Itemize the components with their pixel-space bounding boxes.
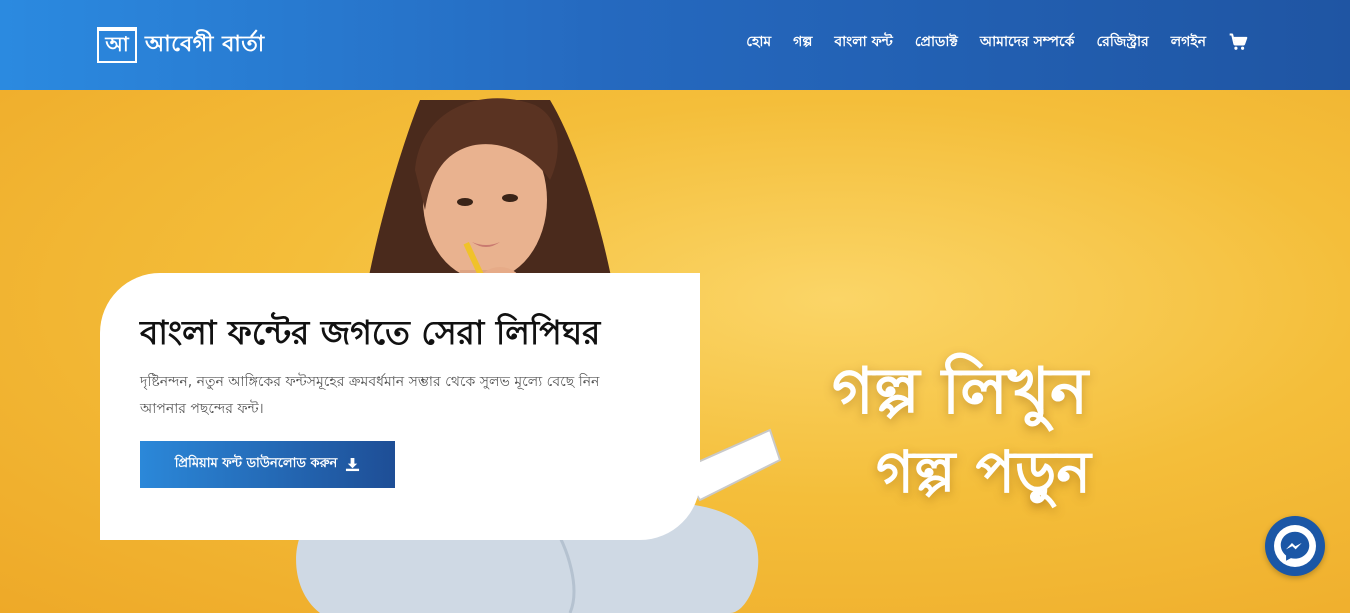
premium-font-download-button[interactable]: প্রিমিয়াম ফন্ট ডাউনলোড করুন	[140, 440, 395, 488]
cart-icon[interactable]	[1228, 32, 1248, 52]
messenger-icon	[1274, 525, 1316, 567]
slogan-line-1: গল্প লিখুন	[832, 355, 1089, 429]
messenger-chat-button[interactable]	[1265, 516, 1325, 576]
nav-register[interactable]: রেজিস্ট্রার	[1096, 30, 1148, 54]
nav-stories[interactable]: গল্প	[793, 30, 812, 54]
nav-products[interactable]: প্রোডাক্ট	[915, 30, 958, 54]
hero-banner: বাংলা ফন্টের জগতে সেরা লিপিঘর দৃষ্টিনন্দ…	[0, 90, 1350, 613]
nav-bangla-font[interactable]: বাংলা ফন্ট	[834, 30, 893, 54]
hero-subtitle: দৃষ্টিনন্দন, নতুন আঙ্গিকের ফন্টসমূহের ক্…	[140, 373, 600, 417]
download-icon	[346, 457, 360, 471]
logo-text: আবেগী বার্তা	[145, 31, 265, 57]
main-nav: হোম গল্প বাংলা ফন্ট প্রোডাক্ট আমাদের সম্…	[746, 30, 1248, 54]
download-button-label: প্রিমিয়াম ফন্ট ডাউনলোড করুন	[174, 455, 338, 471]
nav-login[interactable]: লগইন	[1171, 30, 1206, 54]
slogan-line-2: গল্প পড়ুন	[876, 438, 1092, 506]
nav-home[interactable]: হোম	[746, 30, 771, 54]
site-header: আ আবেগী বার্তা হোম গল্প বাংলা ফন্ট প্রোড…	[0, 0, 1350, 90]
site-logo[interactable]: আ আবেগী বার্তা	[97, 26, 265, 64]
logo-mark: আ	[97, 27, 137, 63]
hero-card: বাংলা ফন্টের জগতে সেরা লিপিঘর দৃষ্টিনন্দ…	[100, 273, 700, 540]
nav-about[interactable]: আমাদের সম্পর্কে	[980, 30, 1075, 54]
hero-title: বাংলা ফন্টের জগতে সেরা লিপিঘর	[140, 313, 601, 352]
hero-slogan: গল্প লিখুন গল্প পড়ুন	[832, 352, 1252, 512]
